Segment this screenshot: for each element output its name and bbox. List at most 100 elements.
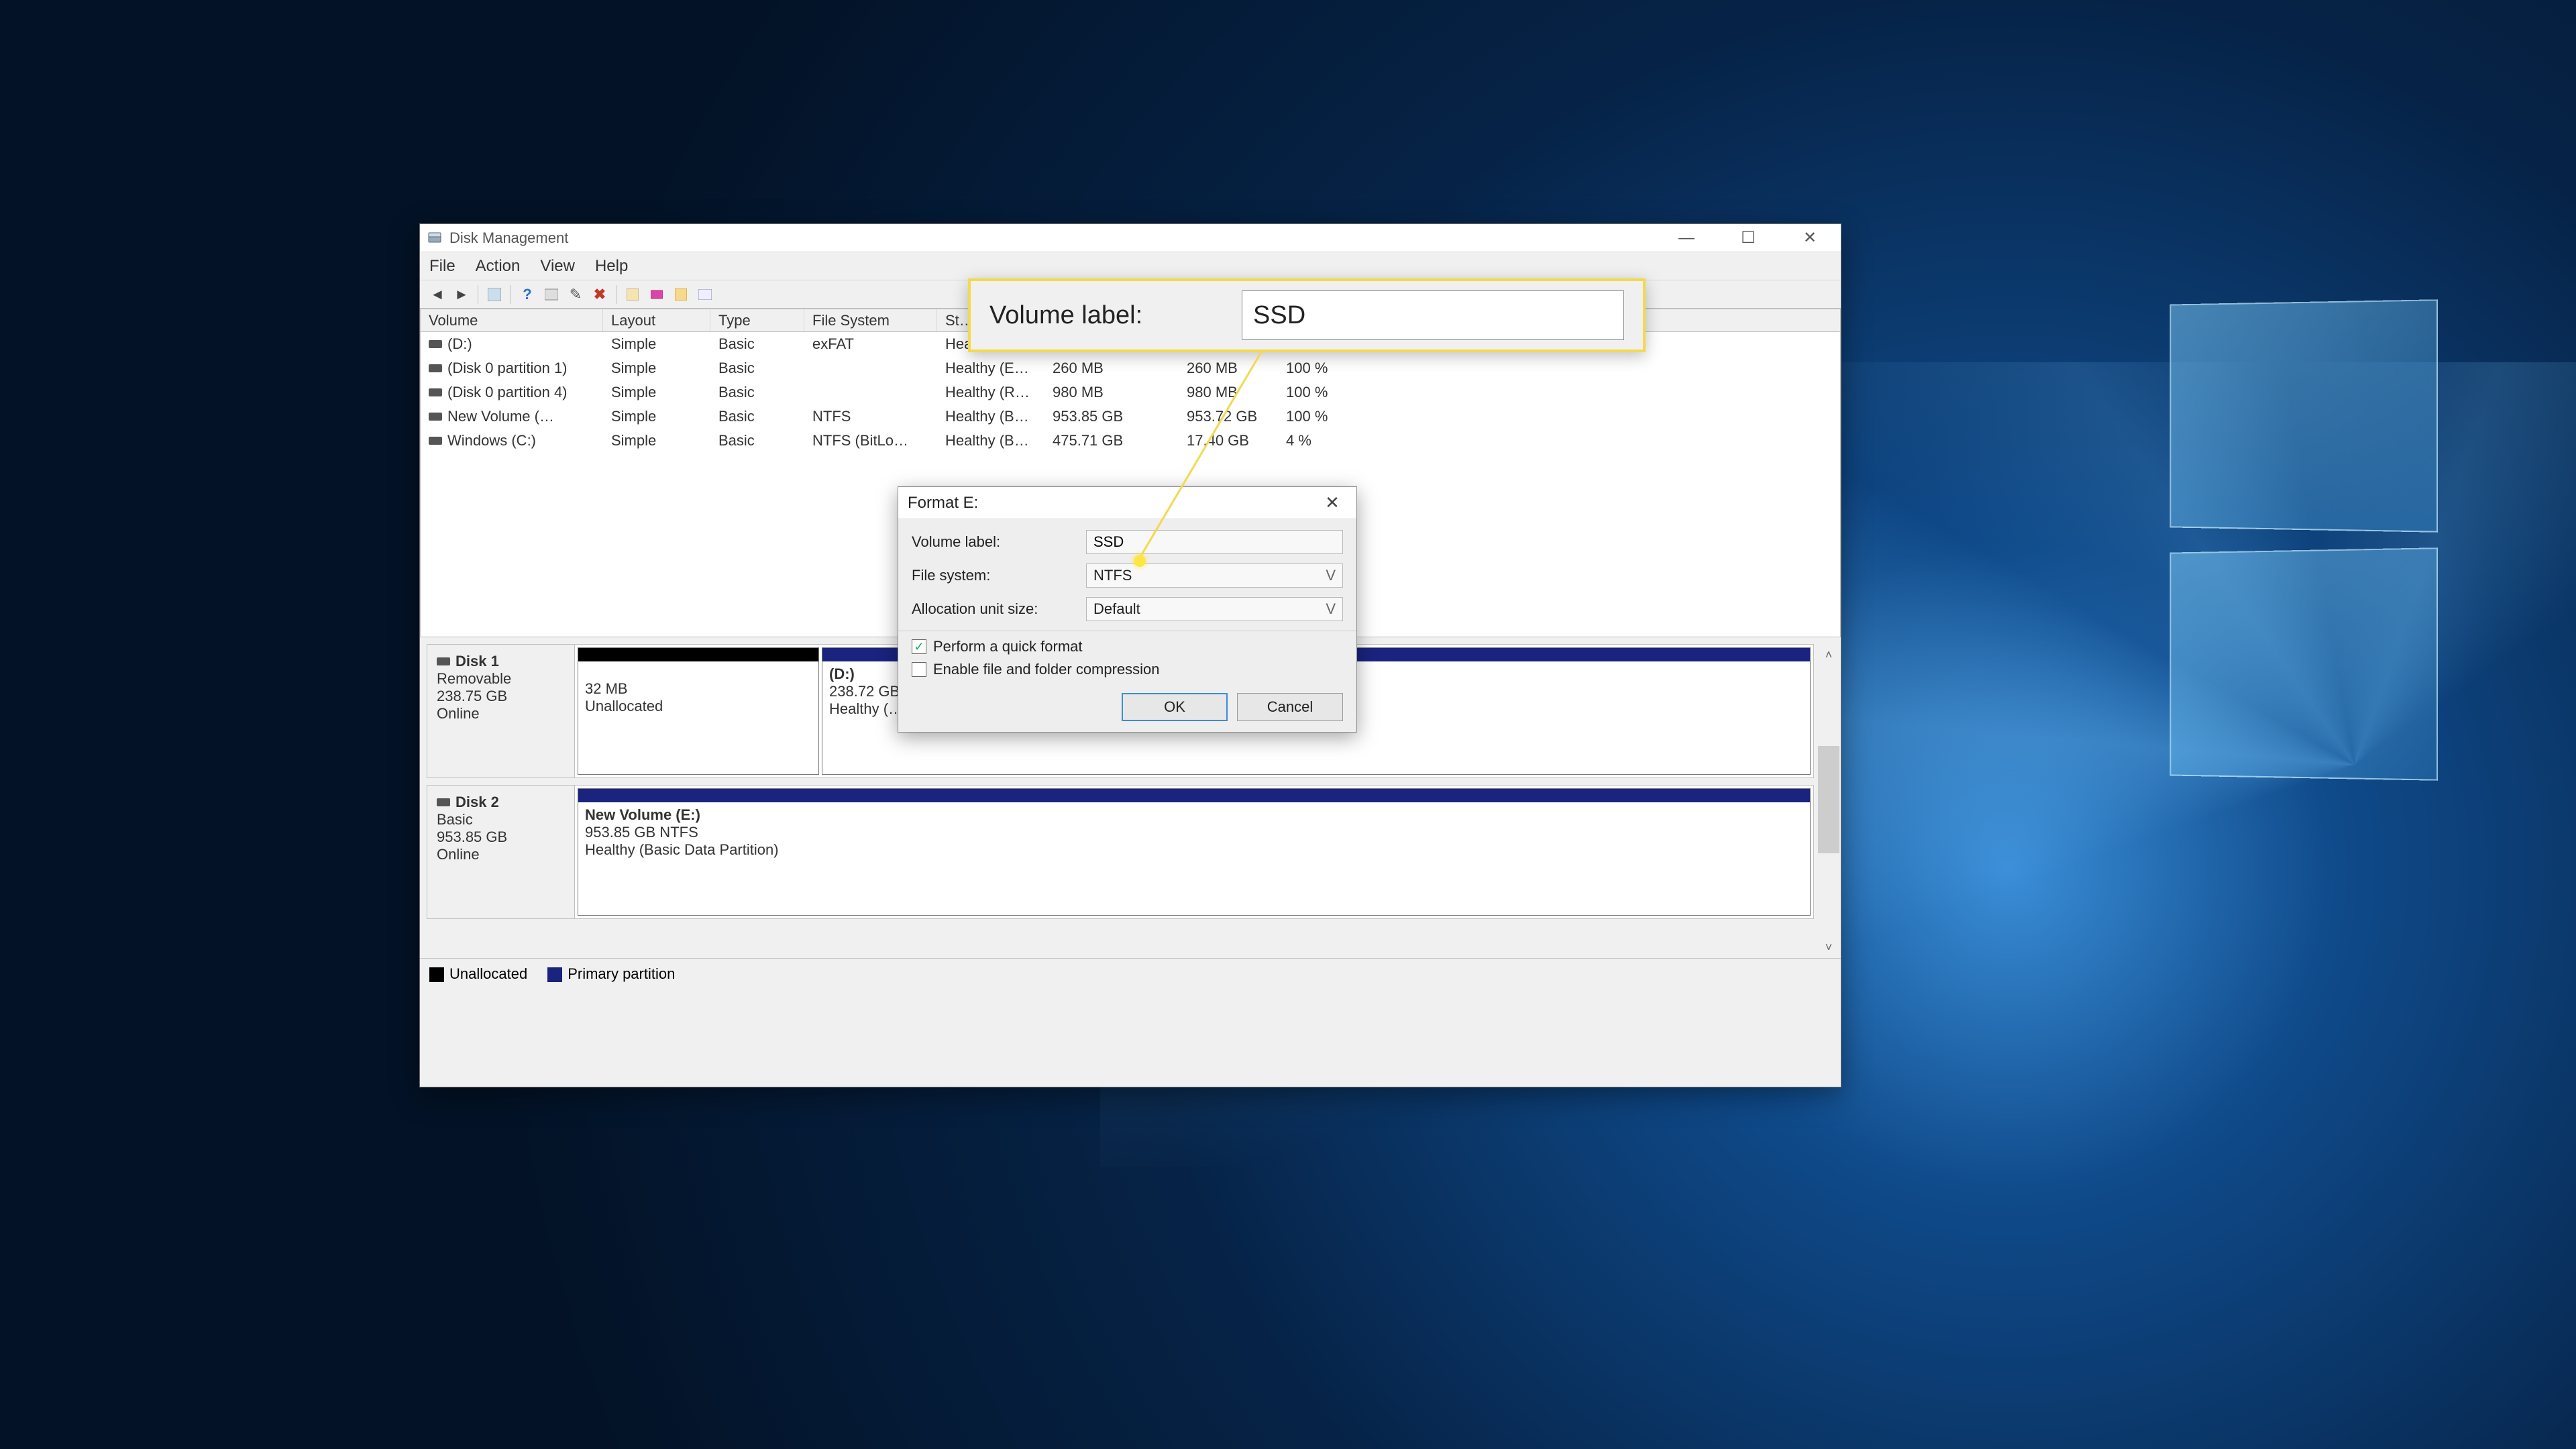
legend: Unallocated Primary partition xyxy=(420,958,1841,989)
callout-highlight: Volume label: SSD xyxy=(968,278,1646,352)
partition-size: 32 MB xyxy=(585,680,812,698)
col-type[interactable]: Type xyxy=(710,309,804,331)
cell-type: Basic xyxy=(710,407,804,427)
table-row[interactable]: New Volume (…SimpleBasicNTFSHealthy (B…9… xyxy=(421,405,1840,429)
disk-size: 953.85 GB xyxy=(437,828,565,846)
cell-capacity: 953.85 GB xyxy=(1044,407,1179,427)
disk-info: Disk 2 Basic 953.85 GB Online xyxy=(427,786,575,918)
partition-e[interactable]: New Volume (E:) 953.85 GB NTFS Healthy (… xyxy=(578,788,1811,916)
menu-help[interactable]: Help xyxy=(595,257,628,276)
cell-fs: exFAT xyxy=(804,334,937,354)
cell-layout: Simple xyxy=(603,382,710,402)
cell-fs xyxy=(804,367,937,370)
filesystem-select[interactable]: NTFSV xyxy=(1086,564,1343,588)
cell-free: 980 MB xyxy=(1179,382,1278,402)
cell-capacity: 980 MB xyxy=(1044,382,1179,402)
checkbox-checked-icon: ✓ xyxy=(912,639,926,654)
volume-icon xyxy=(429,364,442,372)
volume-name: Windows (C:) xyxy=(447,432,536,449)
maximize-button[interactable]: ☐ xyxy=(1717,224,1779,252)
disk-state: Online xyxy=(437,846,565,863)
legend-primary: Primary partition xyxy=(547,965,675,983)
toolbar-icon[interactable] xyxy=(622,284,643,305)
cancel-button[interactable]: Cancel xyxy=(1237,693,1343,721)
forward-button[interactable]: ► xyxy=(451,284,472,305)
cell-layout: Simple xyxy=(603,334,710,354)
cell-layout: Simple xyxy=(603,358,710,378)
cell-status: Healthy (B… xyxy=(937,407,1044,427)
cell-fs: NTFS xyxy=(804,407,937,427)
scroll-down-icon[interactable]: ˅ xyxy=(1818,938,1839,957)
scroll-up-icon[interactable]: ˄ xyxy=(1818,645,1839,664)
disk-panel-2[interactable]: Disk 2 Basic 953.85 GB Online New Volume… xyxy=(427,785,1814,919)
chevron-down-icon: V xyxy=(1326,567,1336,584)
partition-unallocated[interactable]: 32 MB Unallocated xyxy=(578,647,819,775)
help-icon[interactable]: ? xyxy=(517,284,538,305)
disk-info: Disk 1 Removable 238.75 GB Online xyxy=(427,645,575,777)
disk-title: Disk 1 xyxy=(455,653,499,670)
table-row[interactable]: (Disk 0 partition 4)SimpleBasicHealthy (… xyxy=(421,380,1840,405)
menu-file[interactable]: File xyxy=(429,257,455,276)
volume-name: (Disk 0 partition 4) xyxy=(447,384,568,401)
volume-icon xyxy=(429,340,442,348)
ok-button[interactable]: OK xyxy=(1122,693,1228,721)
disk-partitions: New Volume (E:) 953.85 GB NTFS Healthy (… xyxy=(575,786,1813,918)
back-button[interactable]: ◄ xyxy=(427,284,448,305)
filesystem-label: File system: xyxy=(912,567,1086,584)
toolbar-icon[interactable] xyxy=(484,284,505,305)
cell-type: Basic xyxy=(710,431,804,451)
allocation-label: Allocation unit size: xyxy=(912,600,1086,618)
volume-name: (Disk 0 partition 1) xyxy=(447,360,568,377)
cell-layout: Simple xyxy=(603,431,710,451)
table-row[interactable]: (Disk 0 partition 1)SimpleBasicHealthy (… xyxy=(421,356,1840,380)
minimize-button[interactable]: — xyxy=(1656,224,1717,252)
cell-pct: 100 % xyxy=(1278,407,1358,427)
menu-action[interactable]: Action xyxy=(476,257,521,276)
cell-type: Basic xyxy=(710,334,804,354)
close-button[interactable]: ✕ xyxy=(1779,224,1841,252)
quick-format-label: Perform a quick format xyxy=(933,638,1083,655)
allocation-select[interactable]: DefaultV xyxy=(1086,597,1343,621)
compression-label: Enable file and folder compression xyxy=(933,661,1160,678)
partition-label: (D:) xyxy=(829,665,855,682)
menubar: File Action View Help xyxy=(420,252,1841,280)
cell-status: Healthy (R… xyxy=(937,382,1044,402)
toolbar-icon[interactable] xyxy=(646,284,667,305)
disk-icon xyxy=(437,798,450,806)
dialog-title: Format E: xyxy=(908,494,978,513)
partition-header xyxy=(578,789,1810,802)
toolbar-icon[interactable] xyxy=(541,284,562,305)
cell-capacity: 260 MB xyxy=(1044,358,1179,378)
volume-icon xyxy=(429,413,442,421)
wallpaper-pane xyxy=(2170,547,2438,781)
window-controls: — ☐ ✕ xyxy=(1656,224,1841,252)
toolbar-icon[interactable]: ✎ xyxy=(565,284,586,305)
cell-free: 953.72 GB xyxy=(1179,407,1278,427)
col-volume[interactable]: Volume xyxy=(421,309,603,331)
titlebar[interactable]: Disk Management — ☐ ✕ xyxy=(420,224,1841,252)
cell-pct: 100 % xyxy=(1278,358,1358,378)
toolbar-icon[interactable] xyxy=(694,284,716,305)
volume-label-input[interactable] xyxy=(1086,530,1343,554)
cell-fs: NTFS (BitLo… xyxy=(804,431,937,451)
scrollbar-thumb[interactable] xyxy=(1818,746,1839,853)
app-icon xyxy=(427,230,443,246)
toolbar-icon[interactable] xyxy=(670,284,692,305)
wallpaper-pane xyxy=(2170,299,2438,533)
cell-free: 260 MB xyxy=(1179,358,1278,378)
menu-view[interactable]: View xyxy=(540,257,575,276)
window-title: Disk Management xyxy=(449,229,568,247)
compression-checkbox[interactable]: Enable file and folder compression xyxy=(912,661,1343,678)
disk-kind: Basic xyxy=(437,811,565,828)
cell-free: 17.40 GB xyxy=(1179,431,1278,451)
table-row[interactable]: Windows (C:) SimpleBasicNTFS (BitLo…Healt… xyxy=(421,429,1840,453)
cell-status: Healthy (B… xyxy=(937,431,1044,451)
col-filesystem[interactable]: File System xyxy=(804,309,937,331)
partition-label: New Volume (E:) xyxy=(585,806,700,823)
cell-capacity: 475.71 GB xyxy=(1044,431,1179,451)
quick-format-checkbox[interactable]: ✓ Perform a quick format xyxy=(912,638,1343,655)
toolbar-delete-icon[interactable]: ✖ xyxy=(589,284,610,305)
col-layout[interactable]: Layout xyxy=(603,309,710,331)
dialog-titlebar[interactable]: Format E: ✕ xyxy=(898,487,1356,519)
dialog-close-button[interactable]: ✕ xyxy=(1318,492,1347,513)
